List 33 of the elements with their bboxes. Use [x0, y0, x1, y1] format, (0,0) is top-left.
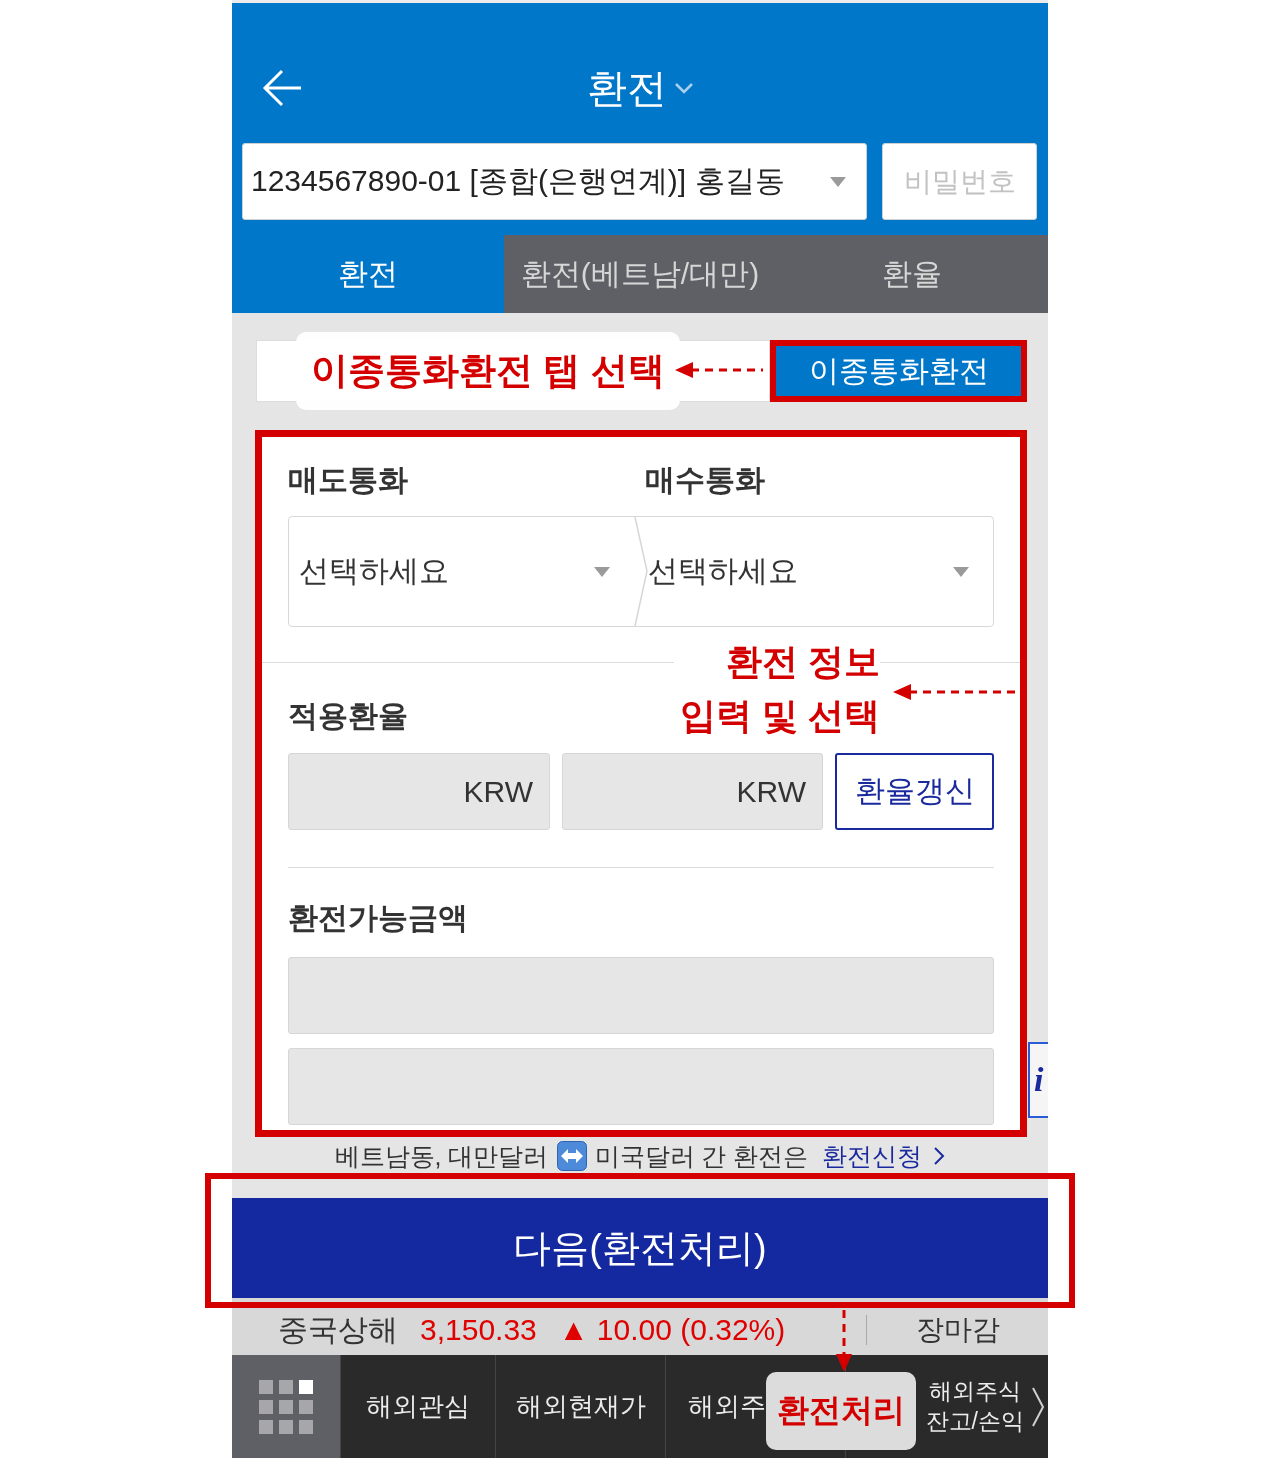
index-name: 중국상해	[278, 1313, 398, 1346]
apply-link[interactable]: 환전신청	[822, 1141, 946, 1171]
chevron-down-icon	[675, 82, 693, 94]
dashed-arrow	[835, 1310, 853, 1372]
nav-item[interactable]: 해외현재가	[515, 1389, 646, 1424]
nav-item[interactable]: 해외주식 잔고/손익	[925, 1376, 1024, 1437]
next-button[interactable]: 다음(환전처리)	[232, 1198, 1048, 1298]
tab[interactable]: 환율	[776, 235, 1048, 313]
field-label: 적용환율	[288, 698, 408, 734]
password-field[interactable]: 비밀번호	[882, 143, 1037, 220]
back-arrow-icon[interactable]	[262, 68, 302, 108]
notice-text: 베트남동, 대만달러 미국달러 간 환전은 환전신청	[232, 1141, 1048, 1171]
title-dropdown[interactable]: 환전	[587, 60, 693, 116]
caret-down-icon	[830, 176, 846, 187]
grid-icon	[259, 1379, 313, 1434]
field-label: 매도통화	[288, 462, 408, 498]
annotation-callout: 이종통화환전 탭 선택	[296, 332, 680, 410]
index-change: ▲ 10.00 (0.32%)	[558, 1313, 786, 1346]
index-value: 3,150.33	[420, 1313, 537, 1346]
nav-item[interactable]: 해외주	[688, 1389, 766, 1424]
field-label: 환전가능금액	[288, 900, 468, 936]
menu-button[interactable]	[232, 1355, 340, 1458]
tab[interactable]: 환전(베트남/대만)	[504, 235, 776, 313]
info-button[interactable]: i	[1028, 1042, 1048, 1118]
annotation-callout: 환전처리	[766, 1372, 916, 1450]
chevron-right-icon	[934, 1147, 946, 1165]
chevron-right-icon[interactable]	[1032, 1386, 1044, 1427]
refresh-rate-button[interactable]: 환율갱신	[835, 753, 994, 830]
market-status: 장마감	[914, 1313, 1001, 1346]
field-label: 매수통화	[645, 462, 765, 498]
account-select[interactable]: 1234567890-01 [종합(은행연계)] 홍길동	[242, 143, 867, 220]
tab[interactable]: 환전	[232, 235, 504, 313]
nav-item[interactable]: 해외관심	[366, 1389, 470, 1424]
